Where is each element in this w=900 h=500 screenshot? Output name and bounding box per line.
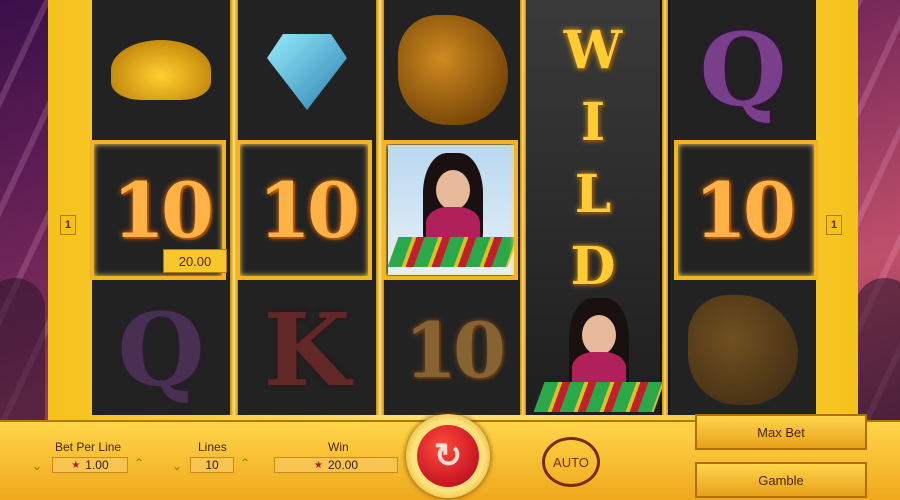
wild-letter-i: I (580, 92, 606, 153)
reel-2: 10 K (238, 0, 376, 415)
reel-1: 10 Q (92, 0, 230, 415)
symbol-dragon (384, 0, 522, 140)
ten-label: 10 (112, 165, 214, 255)
star-icon: ★ (71, 459, 81, 471)
chevron-down-icon[interactable]: ⌄ (32, 459, 42, 473)
lines-label: Lines (198, 440, 227, 454)
win-value: ★ 20.00 (274, 457, 398, 473)
wild-letter-d: D (570, 236, 616, 297)
lines-value: 10 (190, 457, 234, 473)
symbol-ten: 10 (670, 140, 816, 280)
symbol-diamond (238, 0, 376, 140)
line-marker-right[interactable]: 1 (826, 215, 842, 235)
dragon-icon (398, 15, 508, 125)
symbol-lamp (92, 0, 230, 140)
wild-letter-l: L (574, 164, 612, 225)
symbol-k: K (238, 280, 376, 420)
princess-icon (387, 145, 519, 275)
win-label: Win (328, 440, 349, 454)
ten-label: 10 (258, 165, 360, 255)
palace-silhouette-right (855, 278, 900, 428)
diamond-icon (267, 34, 347, 110)
reel-4-wild: W I L D (526, 0, 665, 415)
palace-silhouette-left (0, 278, 45, 428)
bet-per-line-label: Bet Per Line (55, 440, 122, 454)
auto-button[interactable]: AUTO (542, 437, 600, 487)
refresh-icon: ↻ (417, 425, 479, 487)
symbol-q: Q (92, 280, 230, 420)
dragon-icon (688, 295, 798, 405)
reel-3: 10 (384, 0, 522, 415)
auto-label: AUTO (553, 454, 589, 470)
wild-princess-icon (533, 290, 665, 420)
gamble-button[interactable]: Gamble (695, 462, 867, 498)
q-label: Q (117, 291, 205, 409)
chevron-down-icon[interactable]: ⌄ (172, 459, 182, 473)
symbol-dragon (670, 280, 816, 420)
wild-pillar-right (662, 0, 668, 415)
line-marker-left[interactable]: 1 (60, 215, 76, 235)
max-bet-button[interactable]: Max Bet (695, 414, 867, 450)
reel-separator (230, 0, 238, 415)
wild-letter-w: W (563, 20, 623, 81)
ten-label: 10 (694, 165, 796, 255)
symbol-ten: 10 (384, 280, 522, 420)
spin-button[interactable]: ↻ (406, 414, 490, 498)
symbol-ten: 10 (238, 140, 376, 280)
star-icon: ★ (314, 459, 323, 471)
symbol-q: Q (670, 0, 816, 140)
q-label: Q (699, 11, 787, 129)
ten-label: 10 (404, 305, 506, 395)
reel-5: Q 10 (670, 0, 816, 415)
bet-per-line-value: ★ 1.00 (52, 457, 128, 473)
chevron-up-icon[interactable]: ⌃ (134, 456, 144, 470)
k-label: K (263, 291, 351, 409)
line-win-amount: 20.00 (163, 249, 227, 273)
symbol-princess (384, 140, 522, 280)
lamp-icon (111, 40, 211, 100)
chevron-up-icon[interactable]: ⌃ (240, 456, 250, 470)
reel-separator (376, 0, 384, 415)
